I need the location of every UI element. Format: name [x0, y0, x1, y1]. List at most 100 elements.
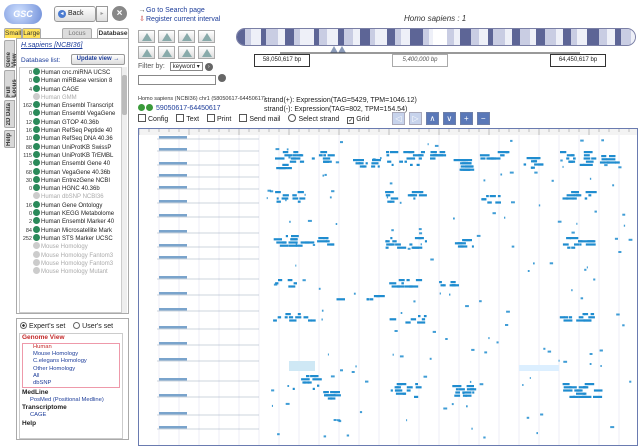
feature-block[interactable] [622, 324, 625, 327]
checkbox-icon[interactable] [33, 117, 40, 125]
feature-block[interactable] [266, 197, 268, 200]
feature-block[interactable] [307, 219, 312, 222]
feature-block[interactable] [587, 240, 596, 243]
feature-block[interactable] [335, 161, 340, 164]
feature-block[interactable] [387, 160, 392, 163]
feature-block[interactable] [563, 389, 573, 392]
feature-block[interactable] [290, 285, 296, 288]
feature-block[interactable] [351, 371, 355, 373]
feature-block[interactable] [568, 316, 573, 319]
feature-block[interactable] [318, 237, 325, 240]
set-item[interactable]: All [23, 373, 119, 380]
feature-block[interactable] [397, 285, 405, 288]
checkbox-icon[interactable] [33, 258, 40, 266]
feature-block[interactable] [430, 154, 440, 157]
database-row[interactable]: 2 Human Ensembl Marker 40 [20, 217, 122, 225]
feature-block[interactable] [327, 353, 329, 356]
feature-block[interactable] [583, 151, 593, 154]
feature-block[interactable] [414, 395, 419, 398]
database-row[interactable]: Mouse Homology Mutant [20, 267, 122, 275]
grid-checkbox[interactable]: ✓ Grid [347, 116, 369, 124]
feature-block[interactable] [590, 313, 595, 316]
feature-block[interactable] [585, 191, 590, 194]
feature-block[interactable] [299, 160, 305, 163]
feature-block[interactable] [487, 201, 492, 204]
checkbox-icon[interactable] [33, 84, 40, 92]
feature-block[interactable] [536, 432, 538, 435]
start-position-field[interactable]: 58,050,617 bp [254, 54, 310, 67]
checkbox-icon[interactable] [33, 126, 40, 134]
zoom-out-button[interactable]: − [476, 112, 490, 125]
feature-block[interactable] [573, 157, 576, 160]
feature-block[interactable] [285, 235, 288, 238]
feature-block[interactable] [533, 262, 535, 265]
feature-block[interactable] [299, 197, 306, 200]
feature-block[interactable] [593, 389, 603, 392]
feature-block[interactable] [576, 319, 585, 322]
feature-block[interactable] [293, 282, 297, 285]
feature-block[interactable] [476, 234, 481, 237]
feature-block[interactable] [433, 157, 436, 160]
database-row[interactable]: 4 Human CAGE [20, 84, 122, 93]
feature-block[interactable] [322, 174, 325, 177]
feature-block[interactable] [371, 162, 379, 165]
feature-block[interactable] [567, 246, 571, 249]
feature-block[interactable] [329, 196, 332, 199]
feature-block[interactable] [399, 355, 404, 358]
feature-block[interactable] [629, 380, 632, 383]
feature-block[interactable] [616, 313, 620, 316]
feature-block[interactable] [391, 229, 394, 232]
zoom-button-3[interactable] [178, 30, 195, 43]
checkbox-icon[interactable] [33, 92, 40, 100]
feature-block[interactable] [612, 184, 615, 187]
feature-block[interactable] [312, 378, 322, 381]
feature-block[interactable] [500, 173, 503, 176]
checkbox-icon[interactable] [33, 242, 40, 250]
feature-block[interactable] [584, 383, 595, 386]
feature-block[interactable] [300, 241, 310, 244]
feature-block[interactable] [458, 388, 465, 391]
feature-block[interactable] [327, 397, 336, 400]
feature-block[interactable] [399, 160, 403, 163]
feature-block[interactable] [451, 284, 455, 287]
feature-block[interactable] [455, 388, 459, 391]
feature-block[interactable] [415, 386, 422, 389]
feature-block[interactable] [604, 164, 608, 167]
feature-block[interactable] [406, 386, 413, 389]
feature-block[interactable] [410, 194, 416, 197]
feature-block[interactable] [472, 391, 475, 394]
feature-block[interactable] [321, 309, 324, 312]
feature-block[interactable] [622, 213, 626, 216]
config-button[interactable]: Config [138, 114, 168, 123]
feature-block[interactable] [526, 157, 532, 160]
feature-block[interactable] [330, 375, 335, 378]
feature-block[interactable] [320, 151, 328, 154]
feature-block[interactable] [421, 318, 426, 321]
track-label[interactable] [159, 358, 187, 361]
feature-block[interactable] [614, 237, 618, 240]
feature-block[interactable] [465, 165, 474, 168]
feature-block[interactable] [509, 171, 514, 174]
feature-block[interactable] [451, 403, 454, 406]
feature-block[interactable] [287, 167, 292, 170]
feature-block[interactable] [395, 389, 403, 392]
feature-block[interactable] [279, 244, 289, 247]
update-view-button[interactable]: Update view → [71, 54, 125, 65]
feature-block[interactable] [489, 195, 496, 198]
checkbox-icon[interactable] [33, 267, 40, 275]
text-button[interactable]: Text [176, 114, 199, 123]
feature-block[interactable] [397, 246, 407, 249]
feature-block[interactable] [407, 247, 411, 250]
feature-block[interactable] [453, 159, 463, 162]
feature-block[interactable] [275, 148, 280, 151]
feature-block[interactable] [323, 435, 327, 438]
feature-block[interactable] [276, 197, 279, 200]
feature-block[interactable] [410, 318, 417, 321]
zoom-button-5[interactable] [138, 46, 155, 59]
feature-block[interactable] [526, 416, 530, 419]
database-row[interactable]: 0 Human HGNC 40.36b [20, 184, 122, 192]
feature-block[interactable] [267, 189, 272, 192]
print-button[interactable]: Print [206, 114, 231, 123]
feature-block[interactable] [395, 243, 401, 246]
feature-block[interactable] [390, 389, 393, 392]
